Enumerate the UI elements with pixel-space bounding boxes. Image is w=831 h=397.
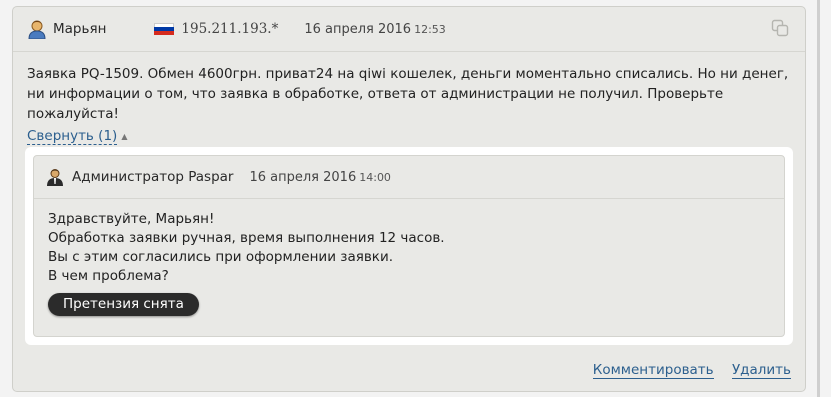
collapse-row: Свернуть (1) ▲: [13, 124, 805, 145]
admin-icon: [47, 169, 63, 186]
admin-name: Администратор Paspar: [72, 169, 234, 185]
message-header: Марьян 195.211.193.* 16 апреля 2016 12:5…: [13, 7, 805, 52]
message-actions: Комментировать Удалить: [579, 362, 791, 379]
author-name: Марьян: [53, 21, 107, 37]
ip-address: 195.211.193.*: [181, 21, 279, 37]
collapse-link[interactable]: Свернуть (1): [27, 128, 118, 145]
reply-time: 14:00: [359, 170, 391, 184]
message-text: Заявка PQ-1509. Обмен 4600грн. приват24 …: [27, 66, 789, 122]
delete-link[interactable]: Удалить: [731, 362, 791, 379]
reply-card: Администратор Paspar 16 апреля 2016 14:0…: [33, 155, 785, 337]
reply-text: Здравствуйте, Марьян! Обработка заявки р…: [34, 199, 784, 286]
reply-header: Администратор Paspar 16 апреля 2016 14:0…: [34, 156, 784, 199]
reply-line: В чем проблема?: [48, 268, 169, 284]
message-date: 16 апреля 2016: [304, 21, 412, 37]
message-time: 12:53: [414, 22, 446, 36]
status-badge: Претензия снята: [48, 293, 199, 316]
comment-link[interactable]: Комментировать: [592, 362, 714, 379]
reply-line: Вы с этим согласились при оформлении зая…: [48, 249, 394, 265]
copy-icon[interactable]: [771, 19, 789, 37]
reply-container: Администратор Paspar 16 апреля 2016 14:0…: [25, 147, 793, 345]
message-card: Марьян 195.211.193.* 16 апреля 2016 12:5…: [12, 6, 806, 392]
reply-line: Здравствуйте, Марьян!: [48, 211, 215, 227]
page-scroll-edge: [817, 0, 831, 397]
reply-date: 16 апреля 2016: [249, 169, 357, 185]
user-icon: [28, 20, 46, 39]
russia-flag-icon: [154, 23, 175, 35]
reply-line: Обработка заявки ручная, время выполнени…: [48, 230, 445, 246]
triangle-up-icon[interactable]: ▲: [121, 132, 127, 141]
